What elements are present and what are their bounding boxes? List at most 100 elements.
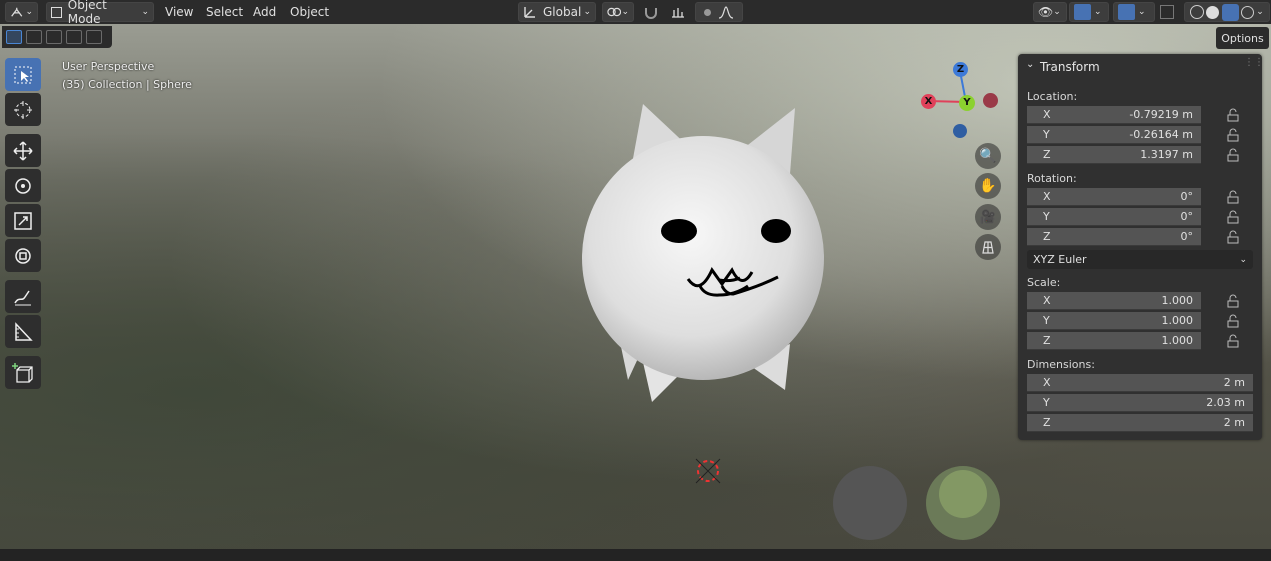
editor-type-icon	[11, 7, 23, 17]
lock-icon[interactable]	[1226, 128, 1240, 142]
menu-select[interactable]: Select	[199, 2, 250, 22]
move-tool[interactable]	[5, 134, 41, 167]
chevron-down-icon: ⌄	[1256, 7, 1264, 17]
solid-shading-icon[interactable]	[1206, 5, 1220, 19]
select-extend-icon[interactable]	[26, 30, 42, 44]
scale-x-field[interactable]: X 1.000	[1027, 292, 1201, 310]
select-mode-group	[2, 26, 112, 48]
lock-icon[interactable]	[1226, 294, 1240, 308]
mode-dropdown[interactable]: Object Mode ⌄	[46, 0, 154, 26]
axis-y-button[interactable]: Y	[959, 95, 975, 111]
proportional-editing-icon	[703, 8, 711, 16]
transform-panel: ⌄ Transform ⋮⋮ Location: X -0.79219 m Y -0…	[1018, 54, 1264, 440]
axis-label: Z	[1043, 334, 1051, 347]
chevron-down-icon: ⌄	[1138, 7, 1146, 17]
scale-y-field[interactable]: Y 1.000	[1027, 312, 1201, 330]
select-new-icon[interactable]	[6, 30, 22, 44]
field-value: 0°	[1180, 190, 1194, 203]
axis-label: X	[1043, 190, 1051, 203]
dimensions-z-field[interactable]: Z 2 m	[1027, 414, 1253, 432]
lock-icon[interactable]	[1226, 210, 1240, 224]
options-button[interactable]: Options	[1216, 27, 1269, 49]
lock-icon[interactable]	[1226, 230, 1240, 244]
zoom-button[interactable]: 🔍	[975, 143, 1001, 169]
rendered-shading-icon[interactable]	[1240, 5, 1254, 19]
location-y-field[interactable]: Y -0.26164 m	[1027, 126, 1201, 144]
add-cube-icon	[12, 362, 33, 383]
chevron-down-icon: ⌄	[141, 7, 149, 17]
field-value: 2 m	[1223, 416, 1245, 429]
scale-z-field[interactable]: Z 1.000	[1027, 332, 1201, 350]
editor-type-dropdown[interactable]: ⌄	[5, 2, 38, 22]
lock-icon[interactable]	[1226, 314, 1240, 328]
gizmo-toggle[interactable]: ⌄	[1069, 2, 1109, 22]
menu-add[interactable]: Add	[246, 2, 283, 22]
mode-label: Object Mode	[67, 0, 107, 26]
pivot-point-dropdown[interactable]: ⌄	[602, 2, 634, 22]
drag-handle-icon[interactable]: ⋮⋮	[1244, 57, 1264, 68]
chevron-down-icon: ⌄	[621, 7, 629, 17]
lock-icon[interactable]	[1226, 108, 1240, 122]
measure-tool[interactable]	[5, 315, 41, 348]
gizmo-icon	[1074, 4, 1091, 20]
camera-view-button[interactable]: 🎥	[975, 204, 1001, 230]
location-z-field[interactable]: Z 1.3197 m	[1027, 146, 1201, 164]
visibility-dropdown[interactable]: 👁 ⌄	[1033, 2, 1067, 22]
dimensions-label: Dimensions:	[1027, 358, 1095, 371]
transform-icon	[15, 247, 31, 264]
rotation-x-field[interactable]: X 0°	[1027, 188, 1201, 206]
hand-icon: ✋	[979, 178, 997, 194]
material-preview-shading-icon[interactable]	[1221, 3, 1239, 21]
transform-orientation-dropdown[interactable]: Global ⌄	[518, 2, 596, 22]
rotate-icon	[15, 177, 31, 194]
wireframe-shading-icon[interactable]	[1190, 5, 1205, 19]
chevron-down-icon: ⌄	[1094, 7, 1102, 17]
navigation-gizmo[interactable]: Z X Y	[918, 58, 1006, 144]
field-value: 0°	[1180, 210, 1194, 223]
axis-x-button[interactable]: X	[921, 94, 936, 109]
select-invert-icon[interactable]	[66, 30, 82, 44]
scale-icon	[14, 211, 32, 230]
snap-target-icon[interactable]	[670, 5, 686, 19]
lock-icon[interactable]	[1226, 334, 1240, 348]
toggle-projection-button[interactable]	[975, 234, 1001, 260]
overlays-toggle[interactable]: ⌄	[1113, 2, 1155, 22]
snap-icon[interactable]	[643, 5, 659, 19]
pan-button[interactable]: ✋	[975, 173, 1001, 199]
axis-z-label: Z	[956, 64, 965, 75]
rotation-y-field[interactable]: Y 0°	[1027, 208, 1201, 226]
rotate-tool[interactable]	[5, 169, 41, 202]
select-subtract-icon[interactable]	[46, 30, 62, 44]
cursor-tool[interactable]	[5, 93, 41, 126]
menu-view[interactable]: View	[158, 2, 200, 22]
chevron-down-icon: ⌄	[583, 7, 591, 17]
add-cube-tool[interactable]	[5, 356, 41, 389]
viewport-header: ⌄ Object Mode ⌄ View Select Add Object G…	[0, 0, 1271, 26]
rotation-mode-dropdown[interactable]: XYZ Euler ⌄	[1027, 250, 1253, 269]
rotation-z-field[interactable]: Z 0°	[1027, 228, 1201, 246]
axis-neg-z-button[interactable]	[953, 124, 967, 138]
orientation-icon	[524, 7, 535, 18]
axis-x-label: X	[924, 96, 933, 107]
axis-label: Y	[1043, 210, 1050, 223]
snap-group	[637, 2, 691, 22]
menu-object[interactable]: Object	[283, 2, 336, 22]
dimensions-y-field[interactable]: Y 2.03 m	[1027, 394, 1253, 412]
scale-tool[interactable]	[5, 204, 41, 237]
proportional-editing-group[interactable]	[695, 2, 743, 22]
axis-z-button[interactable]: Z	[953, 62, 968, 77]
select-box-tool[interactable]	[5, 58, 41, 91]
field-value: -0.79219 m	[1129, 108, 1193, 121]
axis-neg-x-button[interactable]	[983, 93, 998, 108]
lock-icon[interactable]	[1226, 190, 1240, 204]
zoom-icon: 🔍	[979, 148, 997, 164]
lock-icon[interactable]	[1226, 148, 1240, 162]
select-intersect-icon[interactable]	[86, 30, 102, 44]
transform-tool[interactable]	[5, 239, 41, 272]
location-x-field[interactable]: X -0.79219 m	[1027, 106, 1201, 124]
dimensions-x-field[interactable]: X 2 m	[1027, 374, 1253, 392]
annotate-tool[interactable]	[5, 280, 41, 313]
rotation-label: Rotation:	[1027, 172, 1077, 185]
xray-toggle[interactable]	[1160, 2, 1180, 22]
panel-collapse-icon[interactable]: ⌄	[1026, 59, 1034, 70]
